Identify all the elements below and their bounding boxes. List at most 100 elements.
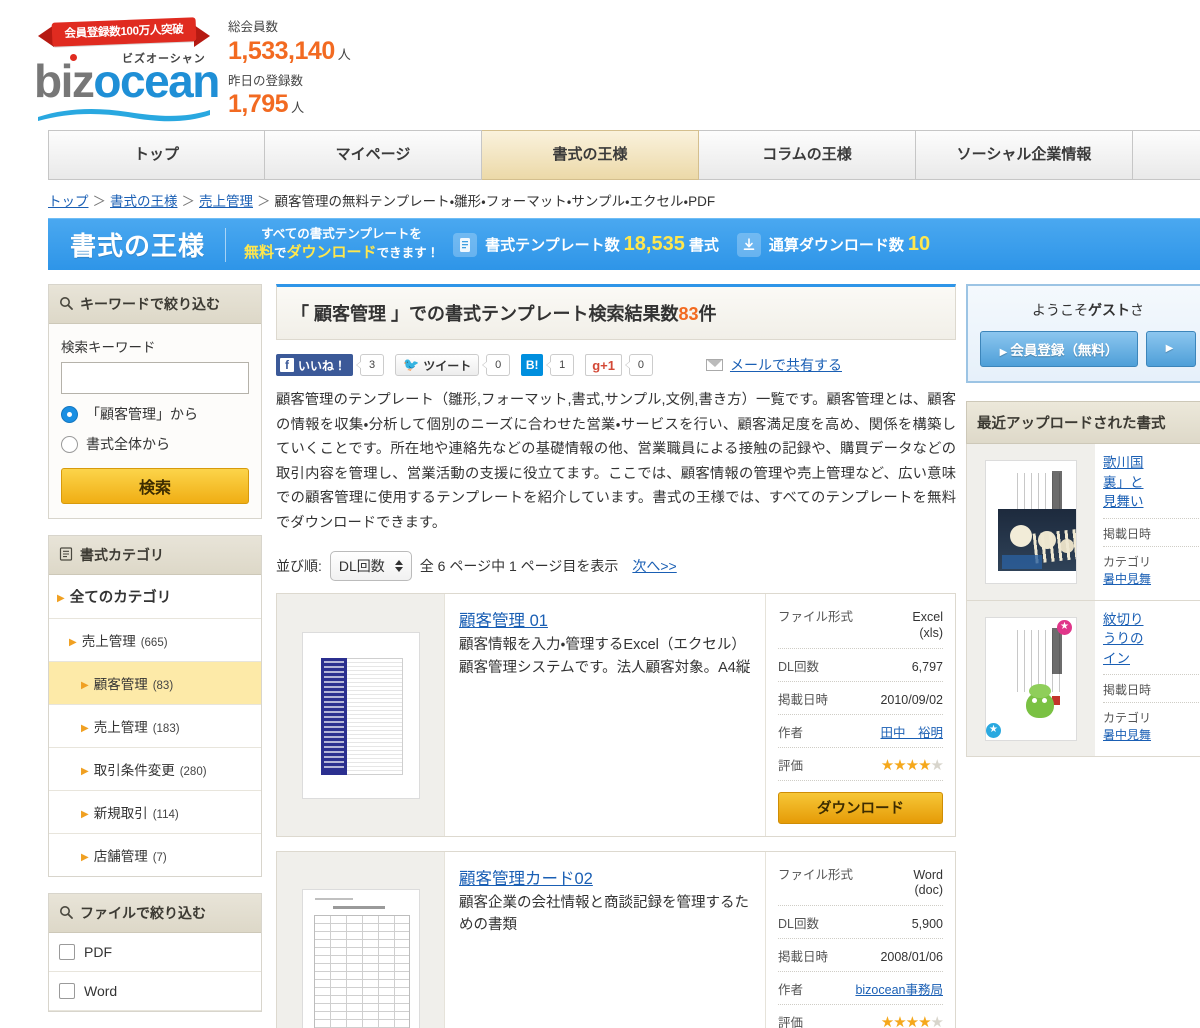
recent-title-link[interactable]: 紋切り [1103, 610, 1200, 630]
thumb-grid [346, 657, 403, 775]
result-info: 顧客管理カード02 顧客企業の会社情報と商談記録を管理するための書類 [445, 852, 765, 1028]
site-logo[interactable]: 会員登録数100万人突破 ビズオーシャン bizocean [30, 14, 220, 122]
banner-template-label: 書式テンプレート数 [485, 237, 620, 254]
banner-title: 書式の王様 [70, 231, 206, 261]
recent-title-link[interactable]: 見舞い [1103, 492, 1200, 512]
author-link[interactable]: 田中 裕明 [880, 726, 943, 740]
facebook-like[interactable]: f いいね！ 3 [276, 354, 385, 376]
meta-rating: 評価 ★★★★★ [778, 1005, 944, 1028]
filetype-ext: (xls) [919, 626, 943, 641]
result-card: 顧客管理 01 顧客情報を入力・管理するExcel（エクセル）顧客管理システムです… [276, 593, 956, 837]
search-input[interactable] [61, 362, 249, 394]
radio-scope-category[interactable]: 「顧客管理」から [61, 404, 249, 424]
sort-select-value: DL回数 [338, 558, 385, 575]
nav-tab-4[interactable]: ソーシャル企業情報 [916, 130, 1133, 180]
result-title-link[interactable]: 顧客管理カード02 [459, 865, 593, 889]
breadcrumb-link-1[interactable]: 書式の王様 [110, 194, 178, 209]
radio-scope-all-label: 書式全体から [86, 436, 170, 452]
main-navigation: トップマイページ書式の王様コラムの王様ソーシャル企業情報ビ [48, 130, 1200, 180]
arrow-right-icon: ▶ [81, 766, 89, 777]
arrow-right-icon: ▶ [81, 852, 89, 863]
radio-scope-all[interactable]: 書式全体から [61, 434, 249, 454]
membership-ribbon: 会員登録数100万人突破 [38, 17, 210, 48]
thumb-blue-column [320, 657, 347, 775]
category-item-0[interactable]: ▶ 全てのカテゴリ [49, 575, 261, 619]
category-item-label: 売上管理 [81, 634, 136, 649]
nav-tab-5[interactable]: ビ [1133, 130, 1200, 180]
category-item-1[interactable]: ▶ 売上管理 (665) [49, 619, 261, 662]
recent-title-link[interactable]: 裏」と [1103, 473, 1200, 493]
breadcrumb-separator: ＞ [181, 194, 196, 209]
radio-scope-all-control[interactable] [61, 435, 78, 453]
filetype-name: Word [913, 867, 943, 882]
radio-scope-category-control[interactable] [61, 405, 78, 423]
twitter-button[interactable]: 🐦 ツイート [395, 354, 480, 376]
arrow-right-icon: ▶ [69, 637, 77, 648]
right-sidebar: ようこそゲストさ ▶ 会員登録（無料） ▶ 最近アップロードされた書式 歌川国 裏」… [966, 284, 1200, 758]
guest-name: ゲスト [1088, 302, 1130, 318]
checkbox-control[interactable] [59, 944, 75, 960]
nav-tab-0[interactable]: トップ [48, 130, 265, 180]
hatena-bookmark[interactable]: B! 1 [521, 354, 575, 376]
category-item-label: 店舗管理 [93, 849, 148, 864]
category-item-6[interactable]: ▶ 店舗管理 (7) [49, 834, 261, 876]
download-button[interactable]: ダウンロード [778, 791, 943, 824]
breadcrumb-separator: ＞ [257, 194, 271, 209]
skull-icon [1010, 524, 1032, 547]
stat-total: 総会員数 1,533,140 人 [228, 18, 351, 66]
result-thumbnail[interactable] [277, 851, 445, 1028]
sort-select[interactable]: DL回数 [329, 551, 412, 582]
meta-posted: 掲載日時 2010/09/02 [778, 682, 943, 715]
nav-tab-2[interactable]: 書式の王様 [482, 130, 699, 180]
recent-title-link[interactable]: 歌川国 [1103, 453, 1200, 473]
category-item-4[interactable]: ▶ 取引条件変更 (280) [49, 748, 261, 791]
banner-download-label: 通算ダウンロード数 [768, 237, 904, 254]
twitter-tweet[interactable]: 🐦 ツイート 0 [395, 354, 511, 376]
login-button[interactable]: ▶ [1146, 331, 1196, 367]
chevron-updown-icon [394, 560, 403, 573]
recent-category-link[interactable]: 暑中見舞 [1103, 572, 1151, 586]
category-item-5[interactable]: ▶ 新規取引 (114) [49, 791, 261, 834]
result-title-link[interactable]: 顧客管理 01 [459, 607, 548, 631]
thumb-blue-accent [1002, 554, 1042, 569]
meta-author-key: 作者 [778, 725, 804, 740]
category-item-3[interactable]: ▶ 売上管理 (183) [49, 705, 261, 748]
search-icon [59, 905, 73, 922]
next-page-link[interactable]: 次へ>> [632, 556, 676, 576]
rating-stars: ★★★★★ [880, 756, 944, 774]
google-plus-one[interactable]: g+1 0 [585, 354, 653, 376]
file-filter-pdf[interactable]: PDF [49, 933, 261, 972]
recent-category-link[interactable]: 暑中見舞 [1103, 728, 1151, 742]
google-plus-icon[interactable]: g+1 [585, 354, 622, 376]
recent-title-link[interactable]: うりの [1103, 629, 1200, 649]
recent-category-label: カテゴリ [1103, 554, 1152, 569]
register-button[interactable]: ▶ 会員登録（無料） [980, 331, 1138, 367]
author-link[interactable]: bizocean事務局 [855, 983, 943, 997]
recent-thumbnail[interactable] [967, 444, 1095, 600]
arrow-right-icon: ▶ [81, 680, 89, 691]
nav-tab-1[interactable]: マイページ [265, 130, 482, 180]
result-thumbnail[interactable] [277, 594, 445, 836]
breadcrumb-link-2[interactable]: 売上管理 [199, 194, 253, 209]
facebook-button[interactable]: f いいね！ [276, 354, 354, 376]
recent-title-link[interactable]: イン [1103, 649, 1200, 669]
mail-share-link[interactable]: メールで共有する [730, 355, 842, 375]
nav-tab-3[interactable]: コラムの王様 [699, 130, 916, 180]
banner-tagline-line2: 無料でダウンロードできます！ [244, 243, 439, 263]
hatena-icon[interactable]: B! [521, 354, 544, 376]
meta-filetype-key: ファイル形式 [778, 610, 854, 625]
banner-tagline: すべての書式テンプレートを 無料でダウンロードできます！ [226, 226, 453, 263]
checkbox-control[interactable] [59, 983, 75, 999]
mail-share[interactable]: メールで共有する [705, 355, 842, 375]
thumb-brush-text [1052, 627, 1062, 674]
logo-ocean: ocean [93, 55, 220, 107]
breadcrumb-link-0[interactable]: トップ [48, 194, 89, 209]
file-filter-word[interactable]: Word [49, 972, 261, 1011]
recent-thumbnail[interactable]: ★ ★ [967, 600, 1095, 757]
category-item-2[interactable]: ▶ 顧客管理 (83) [49, 662, 261, 705]
banner-template-unit: 書式 [688, 237, 719, 254]
recent-uploads-list: 歌川国 裏」と 見舞い 掲載日時 カテゴリ 暑中見舞 ★ ★ 紋切り うりの イン 掲載日時 カテゴリ暑… [966, 444, 1200, 758]
thumb-title [332, 905, 385, 909]
result-metadata: ファイル形式 Excel (xls) DL回数 6,797 掲載日時 2010/09/02 作… [765, 594, 955, 836]
search-button[interactable]: 検索 [61, 468, 249, 504]
